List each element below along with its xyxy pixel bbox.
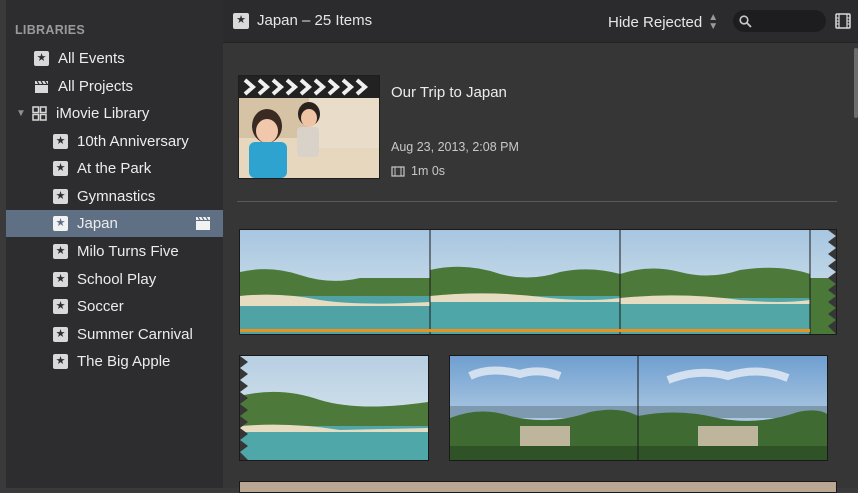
- sidebar-item-label: Soccer: [77, 298, 124, 315]
- project-duration: 1m 0s: [391, 164, 445, 178]
- sidebar-item-at-the-park[interactable]: ★ At the Park: [6, 155, 223, 182]
- clapper-icon: [34, 79, 49, 94]
- sidebar-item-label: 10th Anniversary: [77, 133, 189, 150]
- sidebar-item-gymnastics[interactable]: ★ Gymnastics: [6, 183, 223, 210]
- sidebar-item-label: All Events: [58, 50, 125, 67]
- project-duration-label: 1m 0s: [411, 164, 446, 178]
- sidebar-item-summer-carnival[interactable]: ★ Summer Carnival: [6, 321, 223, 348]
- sidebar-item-label: Milo Turns Five: [77, 243, 179, 260]
- clip-filmstrip[interactable]: [239, 481, 837, 493]
- star-icon: ★: [53, 134, 68, 149]
- sidebar-item-label: Summer Carnival: [77, 326, 193, 343]
- clip-filmstrip[interactable]: [239, 355, 429, 461]
- star-icon: ★: [53, 189, 68, 204]
- clip-filmstrip[interactable]: [239, 229, 837, 335]
- section-divider: [237, 201, 837, 202]
- hide-rejected-label: Hide Rejected: [608, 13, 703, 31]
- star-icon: ★: [53, 244, 68, 259]
- sidebar-item-label: Gymnastics: [77, 188, 156, 205]
- sidebar-item-soccer[interactable]: ★ Soccer: [6, 293, 223, 320]
- star-icon: ★: [53, 299, 68, 314]
- event-browser: ★ Japan – 25 Items Hide Rejected ▲ ▼ Our…: [223, 0, 858, 493]
- sidebar-item-all-projects[interactable]: All Projects: [6, 73, 223, 100]
- project-date: Aug 23, 2013, 2:08 PM: [391, 140, 519, 154]
- libraries-header: LIBRARIES: [15, 23, 86, 37]
- star-icon: ★: [53, 216, 68, 231]
- hide-rejected-popup[interactable]: Hide Rejected ▲ ▼: [608, 12, 719, 32]
- project-title[interactable]: Our Trip to Japan: [391, 84, 507, 101]
- libraries-sidebar: LIBRARIES ★ All Events All Projects ▼ iM…: [6, 0, 223, 488]
- sidebar-item-label: iMovie Library: [56, 105, 150, 122]
- filmstrip-icon: [391, 165, 405, 177]
- sidebar-item-imovie-library[interactable]: ▼ iMovie Library: [6, 100, 223, 127]
- star-icon: ★: [53, 354, 68, 369]
- favorite-marker: [240, 329, 810, 332]
- search-input[interactable]: [752, 13, 816, 29]
- star-icon: ★: [34, 51, 49, 66]
- star-icon: ★: [53, 327, 68, 342]
- vertical-scrollbar[interactable]: [854, 48, 858, 118]
- sidebar-item-label: School Play: [77, 271, 157, 288]
- star-icon: ★: [53, 272, 68, 287]
- sidebar-item-milo-turns-five[interactable]: ★ Milo Turns Five: [6, 238, 223, 265]
- clip-filmstrip[interactable]: [449, 355, 828, 461]
- grid-icon: [32, 106, 47, 121]
- sidebar-item-school-play[interactable]: ★ School Play: [6, 266, 223, 293]
- clip-frame: [240, 230, 430, 334]
- sidebar-item-all-events[interactable]: ★ All Events: [6, 45, 223, 72]
- clapper-icon: [195, 216, 211, 231]
- sidebar-item-label: All Projects: [58, 78, 134, 95]
- sidebar-item-japan[interactable]: ★ Japan: [6, 210, 223, 237]
- event-title: ★ Japan – 25 Items: [233, 12, 372, 29]
- sidebar-item-label: The Big Apple: [77, 353, 171, 370]
- browser-toolbar: ★ Japan – 25 Items Hide Rejected ▲ ▼: [223, 0, 858, 43]
- search-icon: [739, 14, 752, 28]
- popup-arrows-icon: ▲ ▼: [708, 12, 719, 32]
- event-title-label: Japan – 25 Items: [257, 12, 373, 29]
- star-icon: ★: [53, 161, 68, 176]
- search-field[interactable]: [733, 10, 826, 32]
- disclosure-triangle-icon[interactable]: ▼: [16, 108, 28, 119]
- sidebar-item-label: At the Park: [77, 160, 152, 177]
- filmstrip-toggle-icon[interactable]: [834, 12, 852, 30]
- sidebar-item-10th-anniversary[interactable]: ★ 10th Anniversary: [6, 128, 223, 155]
- sidebar-item-the-big-apple[interactable]: ★ The Big Apple: [6, 348, 223, 375]
- star-icon: ★: [233, 12, 249, 29]
- sidebar-item-label: Japan: [77, 215, 118, 232]
- project-thumbnail[interactable]: [238, 75, 380, 179]
